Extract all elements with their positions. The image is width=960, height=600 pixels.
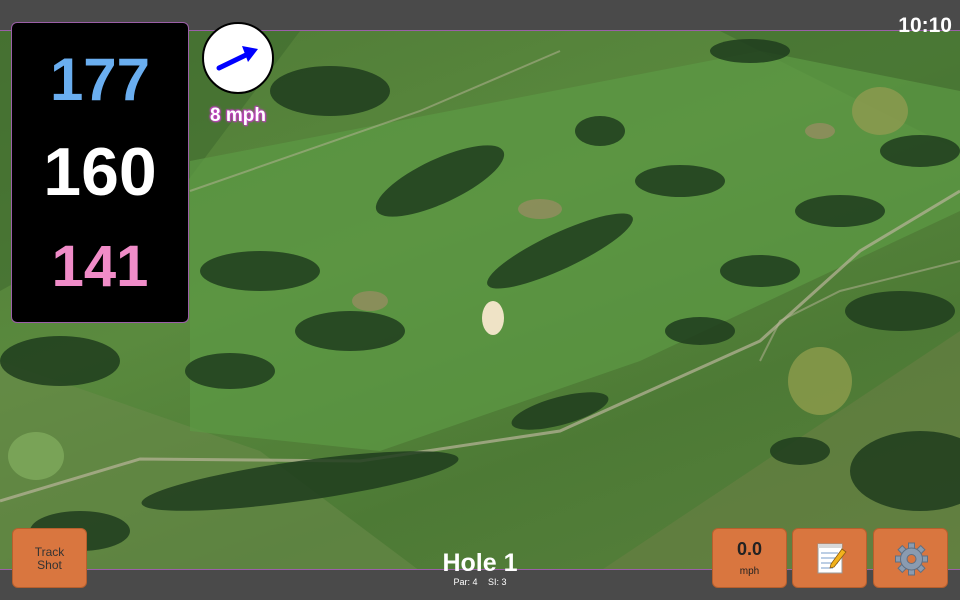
distance-front: 141 xyxy=(51,234,149,299)
hole-info: Par: 4 SI: 3 xyxy=(380,577,580,587)
hole-title: Hole 1 xyxy=(442,549,518,577)
track-shot-button[interactable]: Track Shot xyxy=(12,528,87,588)
speed-unit: mph xyxy=(739,566,760,577)
settings-button[interactable] xyxy=(873,528,948,588)
speed-button[interactable]: 0.0 mph xyxy=(712,528,787,588)
distance-panel: 177 160 141 xyxy=(11,22,189,323)
wind-speed: 8 mph xyxy=(210,105,266,126)
par-label: Par: 4 xyxy=(453,577,478,587)
notepad-icon xyxy=(817,543,847,574)
distance-back: 177 xyxy=(49,46,151,113)
distance-middle: 160 xyxy=(43,134,157,210)
speed-value: 0.0 xyxy=(736,539,763,559)
clock: 10:10 xyxy=(898,14,952,37)
track-shot-label: Track Shot xyxy=(13,546,86,572)
notes-button[interactable] xyxy=(792,528,867,588)
gear-icon xyxy=(895,542,928,576)
wind-arrow-icon xyxy=(216,46,258,71)
track-shot-line2: Shot xyxy=(37,558,62,572)
wind-indicator[interactable] xyxy=(202,22,274,94)
si-label: SI: 3 xyxy=(488,577,507,587)
